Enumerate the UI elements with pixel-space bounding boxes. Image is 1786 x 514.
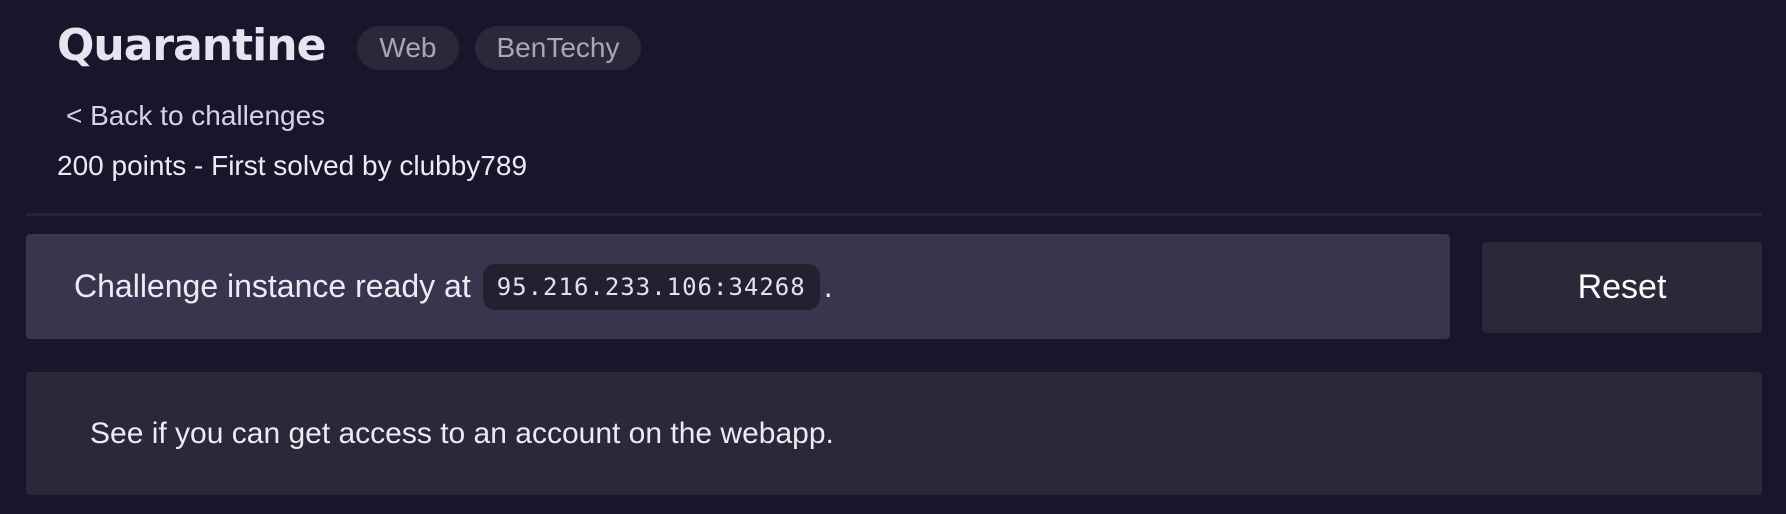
description-text: See if you can get access to an account … [90,416,834,450]
divider [26,213,1762,216]
instance-status-text: Challenge instance ready at [74,268,471,304]
category-tag: Web [357,26,459,70]
instance-status-suffix: . [823,268,833,304]
back-to-challenges-link[interactable]: < Back to challenges [66,96,325,136]
title-row: Quarantine Web BenTechy [57,16,657,76]
author-tag: BenTechy [474,26,642,70]
points-info: 200 points - First solved by clubby789 [57,150,528,181]
instance-address: 95.216.233.106:34268 [482,263,820,310]
challenge-title: Quarantine [57,20,326,71]
challenge-description: See if you can get access to an account … [26,372,1762,495]
reset-button[interactable]: Reset [1482,242,1762,333]
instance-status-box: Challenge instance ready at 95.216.233.1… [26,234,1450,339]
challenge-page: Quarantine Web BenTechy < Back to challe… [0,0,1786,514]
